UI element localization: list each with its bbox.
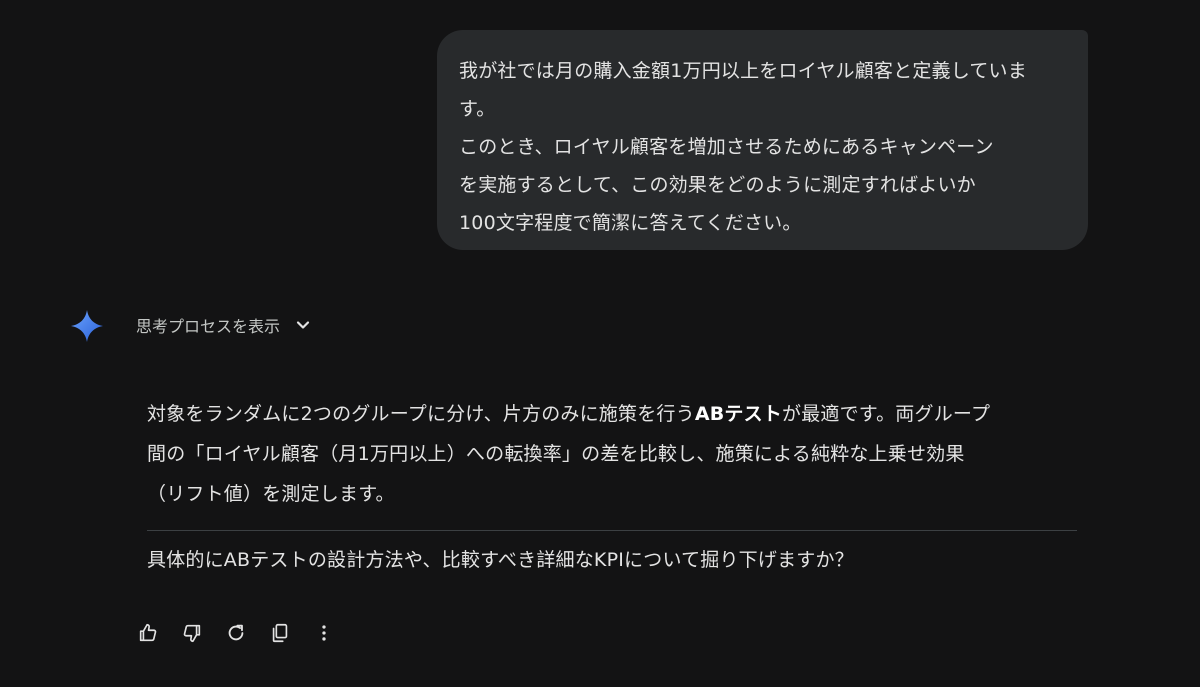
- more-options-button[interactable]: [309, 618, 339, 648]
- bad-response-button[interactable]: [177, 618, 207, 648]
- response-line: 対象をランダムに2つのグループに分け、片方のみに施策を行うABテストが最適です。…: [147, 394, 1082, 434]
- show-thinking-toggle[interactable]: 思考プロセスを表示: [136, 312, 312, 338]
- regenerate-icon: [228, 624, 244, 641]
- user-message-line: 我が社では月の購入金額1万円以上をロイヤル顧客と定義していま: [459, 60, 1027, 82]
- response-text: が最適です。両グループ: [782, 403, 991, 425]
- response-text: 対象をランダムに2つのグループに分け、片方のみに施策を行う: [147, 403, 695, 425]
- chat-page: 我が社では月の購入金額1万円以上をロイヤル顧客と定義していま す。 このとき、ロ…: [0, 0, 1200, 687]
- copy-button[interactable]: [265, 618, 295, 648]
- good-response-button[interactable]: [133, 618, 163, 648]
- user-message-line: を実施するとして、この効果をどのように測定すればよいか: [459, 174, 976, 196]
- thumbs-up-icon: [139, 623, 157, 642]
- gemini-spark-icon: [71, 310, 103, 342]
- followup-question: 具体的にABテストの設計方法や、比較すべき詳細なKPIについて掘り下げますか？: [147, 549, 854, 571]
- response-divider: [147, 530, 1077, 531]
- model-response: 対象をランダムに2つのグループに分け、片方のみに施策を行うABテストが最適です。…: [147, 394, 1082, 514]
- user-message-line: このとき、ロイヤル顧客を増加させるためにあるキャンペーン: [459, 136, 994, 158]
- user-message-line: す。: [459, 98, 496, 120]
- thumbs-down-icon: [183, 624, 201, 643]
- user-message-line: 100文字程度で簡潔に答えてください。: [459, 212, 802, 234]
- regenerate-button[interactable]: [221, 618, 251, 648]
- chevron-down-icon: [296, 321, 310, 329]
- response-bold-term: ABテスト: [694, 403, 782, 425]
- more-options-icon: [322, 625, 326, 641]
- user-message-bubble: 我が社では月の購入金額1万円以上をロイヤル顧客と定義していま す。 このとき、ロ…: [437, 30, 1088, 250]
- response-actions: [133, 618, 339, 648]
- copy-icon: [272, 623, 288, 643]
- response-line: （リフト値）を測定します。: [147, 483, 395, 505]
- thinking-label: 思考プロセスを表示: [136, 317, 281, 336]
- response-line: 間の「ロイヤル顧客（月1万円以上）への転換率」の差を比較し、施策による純粋な上乗…: [147, 443, 965, 465]
